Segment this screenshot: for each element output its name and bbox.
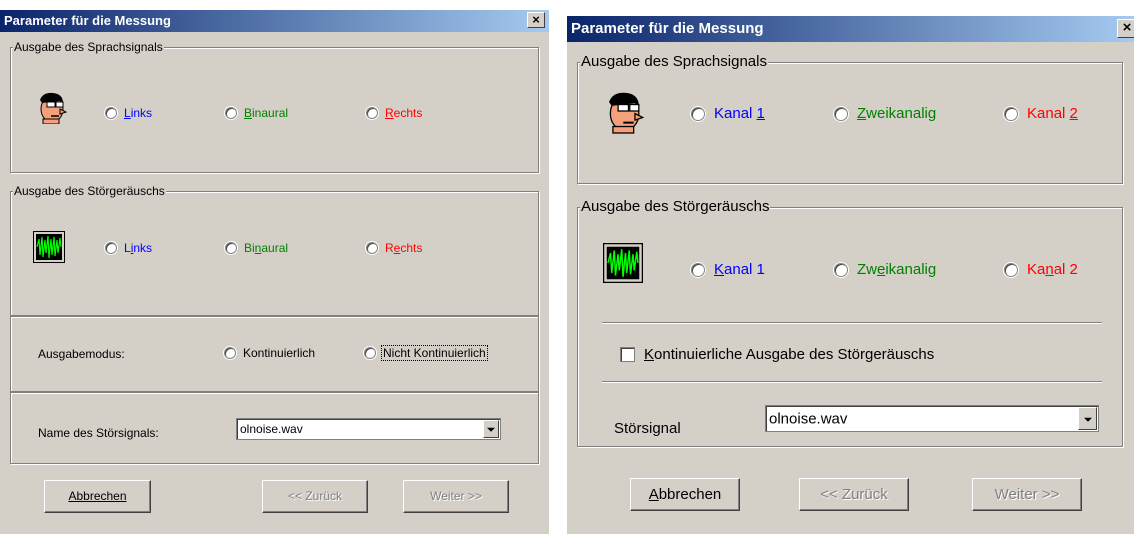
radio-label: Binaural [244, 241, 289, 255]
radio-label: Links [124, 106, 153, 120]
radio-button[interactable] [364, 347, 376, 359]
radio-button[interactable] [105, 107, 117, 119]
window-title: Parameter für die Messung [571, 20, 764, 37]
group-label: Ausgabe des Sprachsignals [13, 40, 164, 54]
title-bar[interactable]: Parameter für die Messung × [0, 10, 549, 32]
radio-noise-right[interactable]: Rechts [366, 241, 422, 255]
cancel-button[interactable]: Abbrechen [630, 478, 740, 511]
noise-output-group: Ausgabe des Störgeräuschs Kanal 1 Zweika… [577, 198, 1123, 447]
radio-noise-channel1[interactable]: Kanal 1 [691, 261, 765, 278]
speech-output-group: Ausgabe des Sprachsignals Links Binaural… [10, 40, 539, 173]
group-label: Ausgabe des Störgeräuschs [13, 184, 166, 198]
continuous-output-checkbox[interactable]: Kontinuierliche Ausgabe des Störgeräusch… [620, 346, 934, 363]
close-button[interactable]: × [1117, 19, 1134, 38]
radio-speech-right[interactable]: Rechts [366, 106, 422, 120]
cancel-button[interactable]: Abbrechen [44, 480, 151, 513]
group-label: Ausgabe des Störgeräuschs [580, 198, 771, 215]
radio-button[interactable] [834, 106, 848, 121]
noise-file-select[interactable]: olnoise.wav [765, 405, 1099, 432]
radio-speech-channel1[interactable]: Kanal 1 [691, 105, 765, 122]
waveform-icon [603, 243, 643, 283]
radio-button[interactable] [1004, 262, 1018, 277]
speech-output-group: Ausgabe des Sprachsignals Kanal 1 Zweika… [577, 53, 1123, 184]
dialog-left: Parameter für die Messung × Ausgabe des … [0, 10, 549, 534]
radio-noise-left[interactable]: Links [105, 241, 152, 255]
radio-speech-left[interactable]: Links [105, 106, 152, 120]
radio-label: Kanal 1 [714, 105, 765, 122]
chevron-down-icon[interactable] [1078, 407, 1097, 430]
back-button[interactable]: << Zurück [262, 480, 368, 513]
button-label: Abbrechen [648, 486, 722, 503]
face-icon [609, 92, 644, 134]
radio-label: Rechts [385, 241, 423, 255]
radio-button[interactable] [834, 262, 848, 277]
radio-speech-channel2[interactable]: Kanal 2 [1004, 105, 1078, 122]
radio-noise-channel2[interactable]: Kanal 2 [1004, 261, 1078, 278]
radio-speech-twochannel[interactable]: Zweikanalig [834, 105, 936, 122]
output-mode-group: Ausgabemodus: Kontinuierlich Nicht Konti… [10, 316, 539, 392]
back-button[interactable]: << Zurück [799, 478, 909, 511]
radio-mode-noncontinuous[interactable]: Nicht Kontinuierlich [364, 345, 488, 361]
button-label: Abbrechen [68, 489, 127, 503]
waveform-icon [33, 231, 65, 263]
radio-noise-twochannel[interactable]: Zweikanalig [834, 261, 936, 278]
radio-label: Zweikanalig [857, 105, 937, 122]
radio-button[interactable] [224, 347, 236, 359]
radio-button[interactable] [225, 242, 237, 254]
noise-file-select[interactable]: olnoise.wav [236, 418, 501, 440]
window-title: Parameter für die Messung [4, 13, 171, 28]
radio-noise-binaural[interactable]: Binaural [225, 241, 288, 255]
selected-value: olnoise.wav [240, 422, 303, 436]
radio-button[interactable] [691, 106, 705, 121]
radio-label: Rechts [385, 106, 423, 120]
radio-button[interactable] [225, 107, 237, 119]
face-icon [40, 92, 67, 124]
divider [602, 381, 1102, 383]
radio-button[interactable] [366, 242, 378, 254]
noise-name-group: Name des Störsignals: olnoise.wav [10, 392, 539, 464]
radio-label: Binaural [244, 106, 289, 120]
radio-mode-continuous[interactable]: Kontinuierlich [224, 346, 315, 360]
radio-label: Links [124, 241, 153, 255]
title-bar[interactable]: Parameter für die Messung × [567, 16, 1134, 42]
radio-label: Kanal 2 [1027, 261, 1078, 278]
radio-button[interactable] [366, 107, 378, 119]
selected-value: olnoise.wav [769, 410, 848, 427]
divider [602, 322, 1102, 324]
output-mode-label: Ausgabemodus: [38, 347, 125, 361]
radio-button[interactable] [105, 242, 117, 254]
checkbox-label: Kontinuierliche Ausgabe des Störgeräusch… [644, 346, 935, 363]
radio-label: Nicht Kontinuierlich [381, 345, 488, 361]
noise-name-label: Name des Störsignals: [38, 426, 159, 440]
radio-button[interactable] [1004, 106, 1018, 121]
dialog-right: Parameter für die Messung × Ausgabe des … [567, 16, 1134, 534]
radio-label: Kanal 1 [714, 261, 765, 278]
close-button[interactable]: × [527, 12, 545, 28]
noise-output-group: Ausgabe des Störgeräuschs Links Binaural… [10, 184, 539, 316]
radio-button[interactable] [691, 262, 705, 277]
group-label: Ausgabe des Sprachsignals [580, 53, 768, 70]
next-button[interactable]: Weiter >> [972, 478, 1082, 511]
radio-label: Kanal 2 [1027, 105, 1078, 122]
radio-label: Kontinuierlich [243, 346, 316, 360]
next-button[interactable]: Weiter >> [403, 480, 509, 513]
chevron-down-icon[interactable] [483, 420, 499, 438]
noise-signal-label: Störsignal [614, 420, 681, 437]
radio-speech-binaural[interactable]: Binaural [225, 106, 288, 120]
checkbox[interactable] [620, 347, 635, 362]
radio-label: Zweikanalig [857, 261, 937, 278]
